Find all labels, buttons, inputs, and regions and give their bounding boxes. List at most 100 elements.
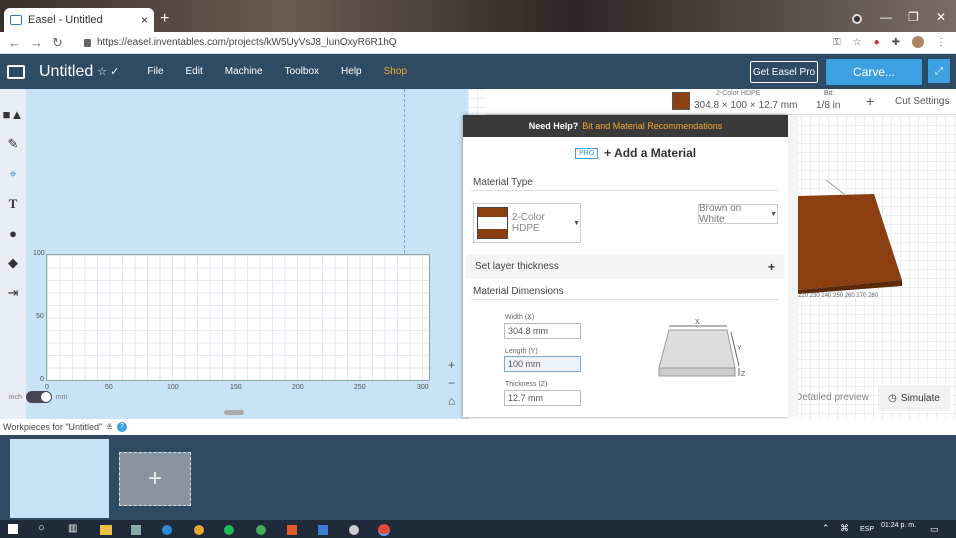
x-tick: 50 [105, 384, 113, 391]
language-indicator[interactable]: ESP [860, 526, 874, 533]
pen-icon[interactable]: ✎ [8, 136, 19, 152]
favorite-star-icon[interactable]: ☆ ✓ [97, 65, 119, 78]
chevron-down-icon[interactable]: ≚ [106, 423, 113, 432]
task-view-icon[interactable]: ▥ [68, 523, 77, 534]
file-explorer-icon[interactable] [100, 525, 112, 535]
maximize-button[interactable]: ❐ [908, 10, 919, 24]
render-edge-line [825, 180, 845, 195]
unit-switch[interactable] [25, 391, 52, 403]
new-tab-button[interactable]: + [160, 10, 169, 28]
app-icon[interactable] [349, 525, 359, 535]
close-window-button[interactable]: ✕ [936, 10, 946, 24]
get-easel-pro-button[interactable]: Get Easel Pro [750, 61, 818, 83]
unit-inch-label: inch [9, 393, 22, 401]
add-workpiece-button[interactable]: + [119, 452, 191, 506]
minimize-button[interactable]: — [880, 10, 892, 24]
home-icon[interactable]: ⌂ [448, 394, 455, 408]
extensions-puzzle-icon[interactable]: ✚ [892, 37, 900, 48]
detailed-preview-toggle[interactable]: Detailed preview [795, 392, 869, 403]
menu-file[interactable]: File [147, 66, 163, 77]
apps-icon[interactable]: ● [9, 226, 17, 241]
reload-icon[interactable]: ↻ [52, 35, 66, 51]
layer-thickness-label: Set layer thickness [475, 261, 559, 272]
app-icon[interactable] [131, 525, 141, 535]
brave-browser-icon[interactable] [287, 525, 297, 535]
unit-toggle[interactable]: inch mm [9, 391, 68, 403]
bit-material-recommendations-link[interactable]: Bit and Material Recommendations [582, 121, 722, 131]
zoom-out-button[interactable]: − [448, 376, 455, 390]
expand-plus-icon[interactable]: + [768, 260, 775, 274]
workpiece-thumbnail[interactable] [10, 439, 109, 518]
spotify-icon[interactable] [224, 525, 234, 535]
bit-value[interactable]: 1/8 in [816, 100, 840, 111]
key-icon[interactable]: ⚿ [833, 37, 841, 48]
search-icon[interactable]: ○ [38, 522, 45, 534]
notifications-icon[interactable]: ▭ [930, 524, 939, 535]
clock[interactable]: 01:24 p. m. [881, 522, 916, 529]
material-dimensions-label: Material Dimensions [473, 286, 564, 297]
tray-chevron-icon[interactable]: ⌃ [822, 523, 830, 534]
material-type-swatch [477, 207, 508, 239]
tab-title: Easel - Untitled [28, 14, 103, 26]
workpieces-label: Workpieces for "Untitled" [3, 422, 103, 432]
clock-icon: ◷ [888, 392, 897, 404]
target-icon[interactable]: ⌖ [9, 166, 16, 182]
profile-icon[interactable] [852, 14, 862, 24]
import-icon[interactable]: ⇥ [8, 285, 19, 301]
modal-scrollbar[interactable] [788, 115, 798, 417]
thickness-input[interactable]: 12.7 mm [504, 390, 581, 406]
y-tick: 50 [36, 313, 44, 320]
help-bar: Need Help? Bit and Material Recommendati… [463, 115, 788, 137]
network-icon[interactable]: ⌘ [840, 523, 849, 534]
browser-tab[interactable]: Easel - Untitled × [4, 8, 154, 32]
edge-browser-icon[interactable] [162, 525, 172, 535]
user-avatar-icon[interactable] [912, 36, 924, 48]
menu-toolbox[interactable]: Toolbox [285, 66, 319, 77]
cut-settings-button[interactable]: Cut Settings [895, 96, 949, 107]
material-name[interactable]: 2-Color HDPE [716, 90, 760, 97]
3d-box-icon[interactable]: ◆ [8, 255, 18, 271]
extension-shield-icon[interactable]: ● [874, 37, 880, 48]
canvas-scrollbar[interactable] [224, 410, 244, 415]
back-icon[interactable]: ← [8, 35, 22, 50]
menu-shop[interactable]: Shop [384, 66, 407, 77]
carve-button[interactable]: Carve... [826, 59, 922, 85]
material-color-select[interactable]: Brown on White ▼ [698, 203, 778, 225]
menu-edit[interactable]: Edit [186, 66, 203, 77]
address-bar: ← → ↻ https://easel.inventables.com/proj… [0, 32, 956, 54]
windows-start-icon[interactable] [8, 524, 18, 534]
length-input[interactable]: 100 mm [504, 356, 581, 372]
project-title[interactable]: Untitled [39, 63, 93, 81]
caret-down-icon: ▼ [770, 210, 777, 218]
app-icon[interactable] [194, 525, 204, 535]
zoom-in-button[interactable]: + [448, 358, 455, 372]
url-field[interactable]: https://easel.inventables.com/projects/k… [84, 37, 397, 48]
app-icon[interactable] [318, 525, 328, 535]
add-bit-icon[interactable]: + [866, 93, 874, 109]
forward-icon[interactable]: → [30, 35, 44, 50]
width-input[interactable]: 304.8 mm [504, 323, 581, 339]
y-tick: 0 [40, 376, 44, 383]
material-type-select[interactable]: 2-Color HDPE ▼ [473, 203, 581, 243]
bookmark-star-icon[interactable]: ☆ [853, 37, 862, 48]
menu-help[interactable]: Help [341, 66, 362, 77]
material-dimensions[interactable]: 304.8 × 100 × 12.7 mm [694, 100, 797, 111]
dimension-diagram: X Y Z [658, 319, 746, 378]
material-swatch[interactable] [672, 92, 690, 110]
more-menu-icon[interactable]: ⋮ [936, 37, 946, 48]
set-layer-thickness-row[interactable]: Set layer thickness + [466, 254, 784, 279]
expand-preview-icon[interactable]: ⤢ [928, 59, 950, 83]
help-icon[interactable]: ? [116, 422, 127, 432]
material-board[interactable] [46, 254, 430, 381]
simulate-button[interactable]: ◷ Simulate [878, 385, 950, 411]
menu-machine[interactable]: Machine [225, 66, 263, 77]
3d-material-render [798, 180, 902, 294]
chrome-icon[interactable] [378, 524, 390, 536]
text-icon[interactable]: T [9, 196, 18, 212]
caret-down-icon: ▼ [573, 219, 580, 227]
simulate-label: Simulate [900, 392, 940, 404]
shapes-icon[interactable]: ■▲ [3, 107, 24, 122]
whatsapp-icon[interactable] [256, 525, 266, 535]
easel-logo-icon[interactable] [7, 64, 25, 79]
tab-close-icon[interactable]: × [141, 13, 148, 27]
